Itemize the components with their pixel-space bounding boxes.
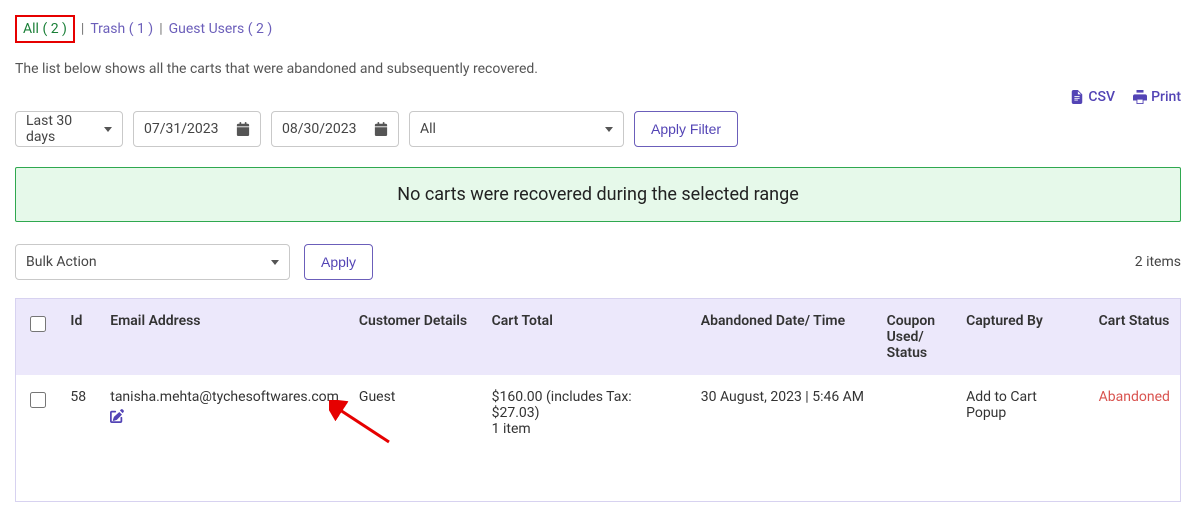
cell-cart-status: Abandoned [1089,375,1181,451]
export-print-label: Print [1151,89,1181,105]
date-range-value: Last 30 days [26,113,98,145]
export-links: CSV Print [15,89,1181,105]
apply-filter-button[interactable]: Apply Filter [634,111,738,147]
tab-trash-label: Trash [90,21,125,37]
status-select[interactable]: All [409,111,624,147]
date-from-value: 07/31/2023 [144,121,219,137]
cell-id: 58 [60,375,100,451]
tab-separator: | [81,21,84,37]
status-badge: Abandoned [1099,389,1170,405]
chevron-down-icon [605,127,613,132]
chevron-down-icon [271,260,279,265]
file-icon [1070,90,1084,104]
cell-email: tanisha.mehta@tychesoftwares.com [100,375,349,451]
cell-cart-total: $160.00 (includes Tax: $27.03) 1 item [482,375,691,451]
tab-all-label: All [23,21,39,37]
tab-guest-users[interactable]: Guest Users ( 2 ) [169,21,273,37]
filter-tabs: All ( 2 ) | Trash ( 1 ) | Guest Users ( … [15,15,1181,43]
table-row [16,451,1181,501]
tab-trash[interactable]: Trash ( 1 ) [90,21,153,37]
total-amount: $160.00 (includes Tax: $27.03) [492,389,632,421]
bulk-apply-button[interactable]: Apply [304,244,373,280]
col-email[interactable]: Email Address [100,299,349,376]
col-id[interactable]: Id [60,299,100,376]
date-to-value: 08/30/2023 [282,121,357,137]
no-results-notice: No carts were recovered during the selec… [15,167,1181,222]
status-value: All [420,121,436,137]
cell-checkbox [16,375,61,451]
email-text: tanisha.mehta@tychesoftwares.com [110,389,339,405]
col-captured-by[interactable]: Captured By [956,299,1089,376]
date-from-input[interactable]: 07/31/2023 [133,111,261,147]
col-coupon[interactable]: Coupon Used/ Status [877,299,957,376]
tab-all-count: ( 2 ) [42,21,66,37]
table-row: 58 tanisha.mehta@tychesoftwares.com Gues… [16,375,1181,451]
col-cart-total[interactable]: Cart Total [482,299,691,376]
col-cart-status[interactable]: Cart Status [1089,299,1181,376]
bulk-action-bar: Bulk Action Apply 2 items [15,244,1181,280]
select-all-checkbox[interactable] [30,316,46,332]
tab-guest-label: Guest Users [169,21,245,37]
filter-bar: Last 30 days 07/31/2023 08/30/2023 All A… [15,111,1181,147]
tab-trash-count: ( 1 ) [129,21,153,37]
carts-table: Id Email Address Customer Details Cart T… [15,298,1181,502]
col-checkbox [16,299,61,376]
print-icon [1133,90,1147,104]
tab-guest-count: ( 2 ) [248,21,272,37]
chevron-down-icon [104,127,112,132]
item-count: 2 items [1135,254,1181,270]
export-print-link[interactable]: Print [1133,89,1181,105]
table-header-row: Id Email Address Customer Details Cart T… [16,299,1181,376]
bulk-action-select[interactable]: Bulk Action [15,244,290,280]
date-range-select[interactable]: Last 30 days [15,111,123,147]
calendar-icon [236,122,250,136]
tab-all[interactable]: All ( 2 ) [23,21,67,37]
bulk-action-value: Bulk Action [26,254,97,270]
cell-coupon [877,375,957,451]
page-description: The list below shows all the carts that … [15,61,1181,77]
total-items: 1 item [492,421,531,437]
row-checkbox[interactable] [30,392,46,408]
export-csv-link[interactable]: CSV [1070,89,1115,105]
edit-icon[interactable] [110,409,124,427]
export-csv-label: CSV [1088,89,1115,105]
empty-space [16,451,1181,501]
cell-captured-by: Add to Cart Popup [956,375,1089,451]
col-customer-details[interactable]: Customer Details [349,299,482,376]
col-abandoned-date[interactable]: Abandoned Date/ Time [691,299,877,376]
annotation-highlight-box: All ( 2 ) [15,15,75,43]
tab-separator: | [159,21,162,37]
cell-customer-details: Guest [349,375,482,451]
cell-abandoned-date: 30 August, 2023 | 5:46 AM [691,375,877,451]
date-to-input[interactable]: 08/30/2023 [271,111,399,147]
calendar-icon [374,122,388,136]
